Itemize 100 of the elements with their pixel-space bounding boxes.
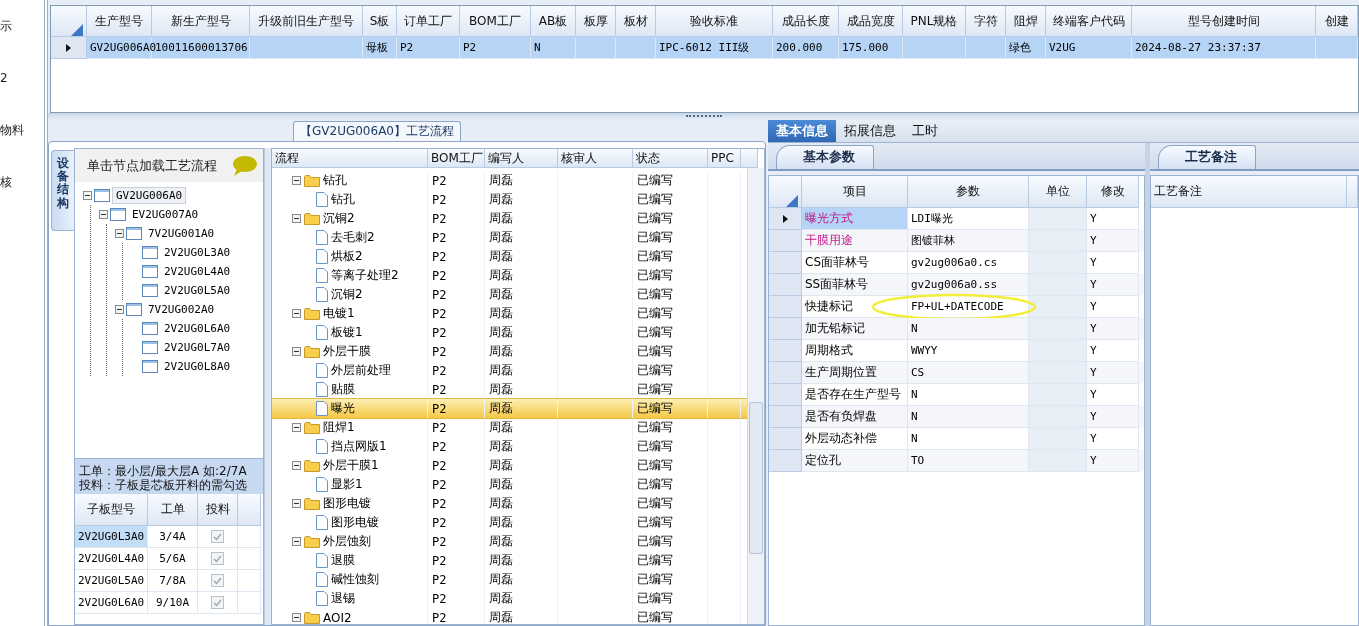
tree-node[interactable]: 2V2UG0L7A0: [160, 339, 235, 356]
process-row[interactable]: AOI2 P2 周磊 已编写: [272, 608, 747, 624]
row-header[interactable]: [51, 37, 87, 59]
tab[interactable]: 拓展信息: [836, 120, 904, 142]
tab[interactable]: 基本信息: [768, 120, 836, 142]
column-header[interactable]: 成品宽度: [839, 6, 903, 37]
tree-node[interactable]: 2V2UG0L8A0: [160, 358, 235, 375]
process-row[interactable]: 碱性蚀刻 P2 周磊 已编写: [272, 570, 747, 589]
panel-tab[interactable]: 工艺备注: [1158, 145, 1256, 169]
scrollbar[interactable]: [747, 168, 764, 624]
column-header[interactable]: 状态: [633, 149, 708, 168]
process-row[interactable]: 挡点网版1 P2 周磊 已编写: [272, 437, 747, 456]
collapse-icon[interactable]: [292, 423, 301, 432]
checkbox[interactable]: [211, 574, 224, 587]
collapse-icon[interactable]: [83, 191, 92, 200]
collapse-icon[interactable]: [292, 461, 301, 470]
side-tab[interactable]: 设备结构: [51, 150, 74, 231]
collapse-icon[interactable]: [292, 309, 301, 318]
process-row[interactable]: 沉铜2 P2 周磊 已编写: [272, 209, 747, 228]
process-row[interactable]: 图形电镀 P2 周磊 已编写: [272, 513, 747, 532]
checkbox[interactable]: [211, 552, 224, 565]
tree-node[interactable]: 2V2UG0L5A0: [160, 282, 235, 299]
column-header[interactable]: 修改: [1087, 176, 1139, 208]
collapse-icon[interactable]: [292, 214, 301, 223]
process-row[interactable]: 外层前处理 P2 周磊 已编写: [272, 361, 747, 380]
collapse-icon[interactable]: [292, 613, 301, 622]
process-row[interactable]: 板镀1 P2 周磊 已编写: [272, 323, 747, 342]
column-header[interactable]: PPC: [708, 149, 741, 168]
collapse-icon[interactable]: [292, 176, 301, 185]
column-header[interactable]: 参数: [908, 176, 1029, 208]
checkbox[interactable]: [211, 530, 224, 543]
splitter[interactable]: [264, 148, 271, 625]
column-header[interactable]: AB板: [531, 6, 576, 37]
tree-node[interactable]: 2V2UG0L4A0: [160, 263, 235, 280]
process-row[interactable]: 钻孔 P2 周磊 已编写: [272, 171, 747, 190]
column-header[interactable]: 创建: [1316, 6, 1358, 37]
column-header[interactable]: 阻焊: [1006, 6, 1046, 37]
column-header[interactable]: 工单: [148, 494, 198, 526]
column-header[interactable]: 型号创建时间: [1132, 6, 1316, 37]
collapse-icon[interactable]: [99, 210, 108, 219]
checkbox[interactable]: [211, 596, 224, 609]
column-header[interactable]: 验收标准: [656, 6, 773, 37]
column-header[interactable]: 项目: [802, 176, 908, 208]
tab[interactable]: 工时: [904, 120, 946, 142]
process-row[interactable]: 去毛刺2 P2 周磊 已编写: [272, 228, 747, 247]
process-row[interactable]: 曝光 P2 周磊 已编写: [272, 399, 747, 418]
process-row[interactable]: 电镀1 P2 周磊 已编写: [272, 304, 747, 323]
tree-node[interactable]: 7V2UG002A0: [144, 301, 219, 318]
process-row[interactable]: 钻孔 P2 周磊 已编写: [272, 190, 747, 209]
collapse-icon[interactable]: [115, 229, 124, 238]
column-header[interactable]: 板材: [616, 6, 656, 37]
step-name: 沉铜2: [331, 286, 363, 303]
tree-node[interactable]: EV2UG007A0: [128, 206, 203, 223]
process-row[interactable]: 外层蚀刻 P2 周磊 已编写: [272, 532, 747, 551]
collapse-icon[interactable]: [292, 537, 301, 546]
column-header[interactable]: 升级前旧生产型号: [250, 6, 363, 37]
collapse-icon[interactable]: [115, 305, 124, 314]
column-header[interactable]: 订单工厂: [397, 6, 460, 37]
panel-tab[interactable]: 基本参数: [776, 145, 874, 169]
tree-node[interactable]: GV2UG006A0: [112, 187, 187, 204]
process-row[interactable]: 阻焊1 P2 周磊 已编写: [272, 418, 747, 437]
splitter[interactable]: [48, 113, 1359, 120]
process-row[interactable]: 外层干膜1 P2 周磊 已编写: [272, 456, 747, 475]
column-header[interactable]: 生产型号: [87, 6, 152, 37]
nav-item[interactable]: 核: [0, 173, 44, 191]
column-header[interactable]: 板厚: [576, 6, 616, 37]
process-row[interactable]: 显影1 P2 周磊 已编写: [272, 475, 747, 494]
column-header[interactable]: 子板型号: [75, 494, 148, 526]
nav-item[interactable]: 2: [0, 69, 44, 87]
tree-node[interactable]: 2V2UG0L3A0: [160, 244, 235, 261]
grid-row[interactable]: GV2UG006A010011600013706 母板 P2 P2 N IPC-6012 III级 200.000 175.000 绿色 V2UG 2024-08-27 23:37:37: [51, 37, 1358, 59]
process-row[interactable]: 外层干膜 P2 周磊 已编写: [272, 342, 747, 361]
process-row[interactable]: 退锡 P2 周磊 已编写: [272, 589, 747, 608]
column-header[interactable]: PNL规格: [903, 6, 966, 37]
column-header[interactable]: 成品长度: [773, 6, 839, 37]
column-header[interactable]: BOM工厂: [460, 6, 531, 37]
column-header[interactable]: 终端客户代码: [1046, 6, 1132, 37]
process-row[interactable]: 退膜 P2 周磊 已编写: [272, 551, 747, 570]
column-header[interactable]: 单位: [1029, 176, 1087, 208]
process-row[interactable]: 烘板2 P2 周磊 已编写: [272, 247, 747, 266]
nav-item[interactable]: 示: [0, 17, 44, 35]
tree-node[interactable]: 2V2UG0L6A0: [160, 320, 235, 337]
column-header[interactable]: 编写人: [485, 149, 558, 168]
column-header[interactable]: 流程: [272, 149, 428, 168]
collapse-icon[interactable]: [292, 347, 301, 356]
column-header[interactable]: 投料: [198, 494, 238, 526]
process-row[interactable]: 图形电镀 P2 周磊 已编写: [272, 494, 747, 513]
column-header[interactable]: 核审人: [558, 149, 633, 168]
item-name: 快捷标记: [805, 298, 853, 315]
tree-node[interactable]: 7V2UG001A0: [144, 225, 219, 242]
column-header[interactable]: S板: [363, 6, 397, 37]
column-header[interactable]: 工艺备注: [1151, 176, 1347, 208]
process-row[interactable]: 等离子处理2 P2 周磊 已编写: [272, 266, 747, 285]
column-header[interactable]: 新生产型号: [152, 6, 250, 37]
column-header[interactable]: 字符: [966, 6, 1006, 37]
column-header[interactable]: BOM工厂: [428, 149, 485, 168]
collapse-icon[interactable]: [292, 499, 301, 508]
process-row[interactable]: 沉铜2 P2 周磊 已编写: [272, 285, 747, 304]
nav-item[interactable]: 物料: [0, 121, 44, 139]
row-header[interactable]: [769, 208, 802, 230]
